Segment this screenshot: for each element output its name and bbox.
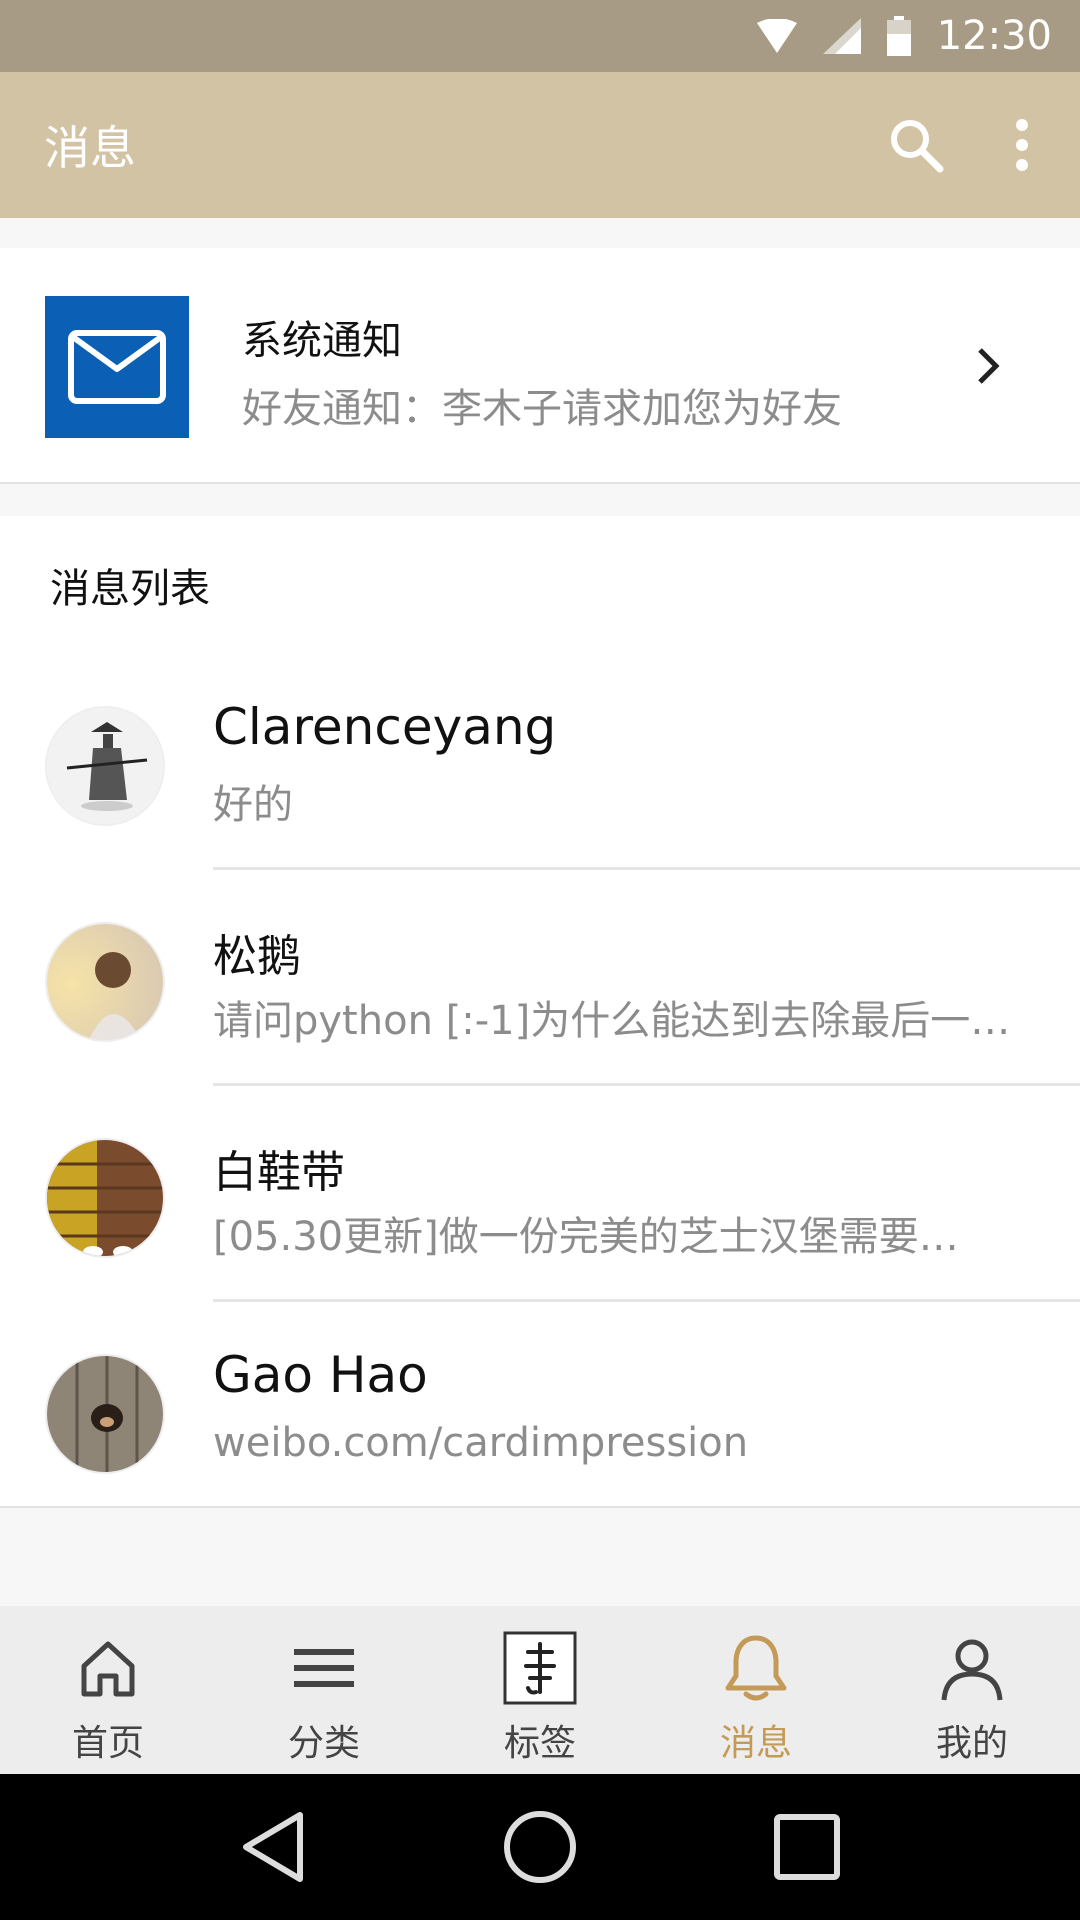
tab-home[interactable]: 首页 xyxy=(0,1606,216,1774)
menu-icon xyxy=(284,1628,364,1708)
back-button[interactable] xyxy=(223,1797,323,1897)
avatar xyxy=(45,922,165,1042)
contact-name: 白鞋带 xyxy=(213,1147,345,1198)
recents-button[interactable] xyxy=(757,1797,857,1897)
page-title: 消息 xyxy=(44,121,136,175)
tab-label: 首页 xyxy=(71,1723,144,1764)
contact-name: 松鹅 xyxy=(213,931,301,982)
tab-label: 消息 xyxy=(719,1723,792,1764)
list-heading: 消息列表 xyxy=(50,566,210,612)
avatar xyxy=(45,706,165,826)
chevron-right-icon xyxy=(964,342,1012,390)
message-snippet: 好的 xyxy=(213,782,293,828)
tab-profile[interactable]: 我的 xyxy=(864,1606,1080,1774)
list-item[interactable]: 松鹅 请问python [:-1]为什么能达到去除最后一… xyxy=(0,870,1080,1086)
list-item[interactable]: Gao Hao weibo.com/cardimpression xyxy=(0,1302,1080,1508)
notice-subtitle: 好友通知：李木子请求加您为好友 xyxy=(242,386,842,432)
avatar xyxy=(45,1354,165,1474)
list-item[interactable]: 白鞋带 [05.30更新]做一份完美的芝士汉堡需要… xyxy=(0,1086,1080,1302)
notice-title: 系统通知 xyxy=(242,318,402,364)
back-icon xyxy=(243,1812,304,1882)
home-nav-button[interactable] xyxy=(490,1797,590,1897)
contact-name: Clarenceyang xyxy=(213,698,557,756)
app-bar: 消息 xyxy=(0,72,1080,218)
system-nav-bar xyxy=(0,1774,1080,1920)
tab-category[interactable]: 分类 xyxy=(216,1606,432,1774)
avatar xyxy=(45,1138,165,1258)
system-notice-card[interactable]: 系统通知 好友通知：李木子请求加您为好友 xyxy=(0,248,1080,484)
message-snippet: [05.30更新]做一份完美的芝士汉堡需要… xyxy=(213,1214,959,1260)
tab-label: 我的 xyxy=(935,1723,1008,1764)
tag-seal-icon xyxy=(500,1628,580,1708)
more-options-button[interactable] xyxy=(974,97,1070,193)
home-circle-icon xyxy=(503,1811,576,1883)
status-time: 12:30 xyxy=(936,13,1052,59)
screen: 12:30 消息 系统通知 好友通知：李木子请求加您为好友 消息列表 Clare… xyxy=(0,0,1080,1920)
tab-tags[interactable]: 标签 xyxy=(432,1606,648,1774)
home-icon xyxy=(68,1628,148,1708)
signal-icon xyxy=(822,18,861,54)
tab-messages[interactable]: 消息 xyxy=(648,1606,864,1774)
mail-icon xyxy=(45,296,189,438)
message-snippet: 请问python [:-1]为什么能达到去除最后一… xyxy=(213,998,1011,1044)
tab-label: 分类 xyxy=(287,1723,360,1764)
tab-label: 标签 xyxy=(503,1723,576,1764)
message-snippet: weibo.com/cardimpression xyxy=(213,1420,749,1466)
bell-icon xyxy=(716,1628,796,1708)
recents-icon xyxy=(773,1814,840,1880)
person-icon xyxy=(932,1628,1012,1708)
contact-name: Gao Hao xyxy=(213,1346,428,1404)
search-button[interactable] xyxy=(868,97,964,193)
status-bar: 12:30 xyxy=(0,0,1080,72)
search-icon xyxy=(891,120,944,173)
wifi-icon xyxy=(756,19,797,53)
message-list: 消息列表 Clarenceyang 好的 松鹅 请问python [:-1]为什… xyxy=(0,516,1080,1508)
more-vert-icon xyxy=(1016,119,1028,171)
bottom-tab-bar: 首页 分类 标签 消息 我的 xyxy=(0,1606,1080,1774)
battery-icon xyxy=(886,16,911,56)
list-item[interactable]: Clarenceyang 好的 xyxy=(0,654,1080,870)
